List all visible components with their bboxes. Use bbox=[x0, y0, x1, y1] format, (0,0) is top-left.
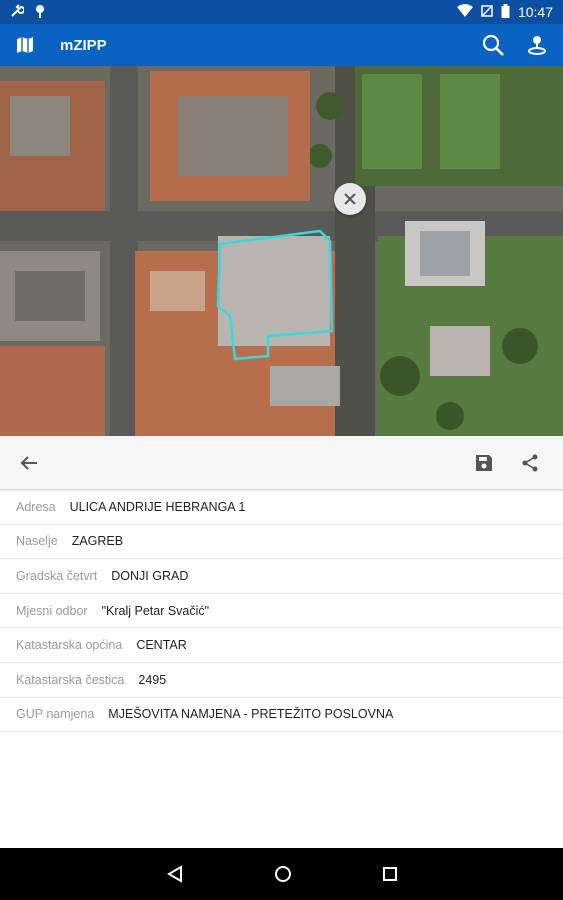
detail-label: Mjesni odbor bbox=[16, 603, 88, 618]
detail-row-naselje: Naselje ZAGREB bbox=[0, 525, 563, 560]
detail-label: GUP namjena bbox=[16, 707, 95, 722]
detail-row-katastarska-opcina: Katastarska općina CENTAR bbox=[0, 628, 563, 663]
back-arrow-icon[interactable] bbox=[20, 455, 38, 471]
share-icon[interactable] bbox=[521, 454, 539, 472]
nav-home-icon[interactable] bbox=[274, 865, 292, 883]
detail-row-adresa: Adresa ULICA ANDRIJE HEBRANGA 1 bbox=[0, 490, 563, 525]
detail-row-mjesni-odbor: Mjesni odbor "Kralj Petar Svačić" bbox=[0, 594, 563, 629]
detail-label: Naselje bbox=[16, 534, 58, 549]
detail-value: MJEŠOVITA NAMJENA - PRETEŽITO POSLOVNA bbox=[108, 707, 394, 722]
detail-value: ULICA ANDRIJE HEBRANGA 1 bbox=[69, 499, 246, 514]
detail-row-gup-namjena: GUP namjena MJEŠOVITA NAMJENA - PRETEŽIT… bbox=[0, 698, 563, 733]
detail-label: Katastarska općina bbox=[16, 638, 123, 653]
detail-row-katastarska-cestica: Katastarska čestica 2495 bbox=[0, 663, 563, 698]
map-icon[interactable] bbox=[16, 36, 34, 54]
save-icon[interactable] bbox=[475, 454, 493, 472]
battery-icon bbox=[501, 3, 510, 21]
location-icon[interactable] bbox=[527, 34, 547, 56]
app-title: mZIPP bbox=[60, 36, 107, 54]
nav-recents-icon[interactable] bbox=[382, 866, 398, 882]
detail-value: 2495 bbox=[138, 672, 167, 687]
nav-back-icon[interactable] bbox=[166, 865, 184, 883]
detail-value: CENTAR bbox=[136, 638, 187, 653]
system-nav-bar bbox=[0, 848, 563, 900]
signal-off-icon bbox=[481, 4, 493, 20]
detail-value: DONJI GRAD bbox=[111, 568, 189, 583]
detail-label: Adresa bbox=[16, 499, 56, 514]
status-time: 10:47 bbox=[517, 4, 553, 20]
search-icon[interactable] bbox=[481, 33, 505, 57]
close-icon[interactable] bbox=[334, 183, 366, 215]
detail-value: ZAGREB bbox=[71, 534, 124, 549]
detail-row-gradska-cetvrt: Gradska četvrt DONJI GRAD bbox=[0, 559, 563, 594]
pin-icon bbox=[34, 4, 46, 21]
app-bar: mZIPP bbox=[0, 24, 563, 66]
detail-label: Gradska četvrt bbox=[16, 568, 98, 583]
status-bar: 10:47 bbox=[0, 0, 563, 24]
aerial-map[interactable] bbox=[0, 66, 563, 436]
detail-toolbar bbox=[0, 436, 563, 490]
detail-label: Katastarska čestica bbox=[16, 672, 125, 687]
parcel-details-list: Adresa ULICA ANDRIJE HEBRANGA 1 Naselje … bbox=[0, 490, 563, 733]
wifi-icon bbox=[456, 4, 473, 20]
detail-value: "Kralj Petar Svačić" bbox=[101, 603, 210, 618]
wrench-icon bbox=[10, 3, 25, 21]
